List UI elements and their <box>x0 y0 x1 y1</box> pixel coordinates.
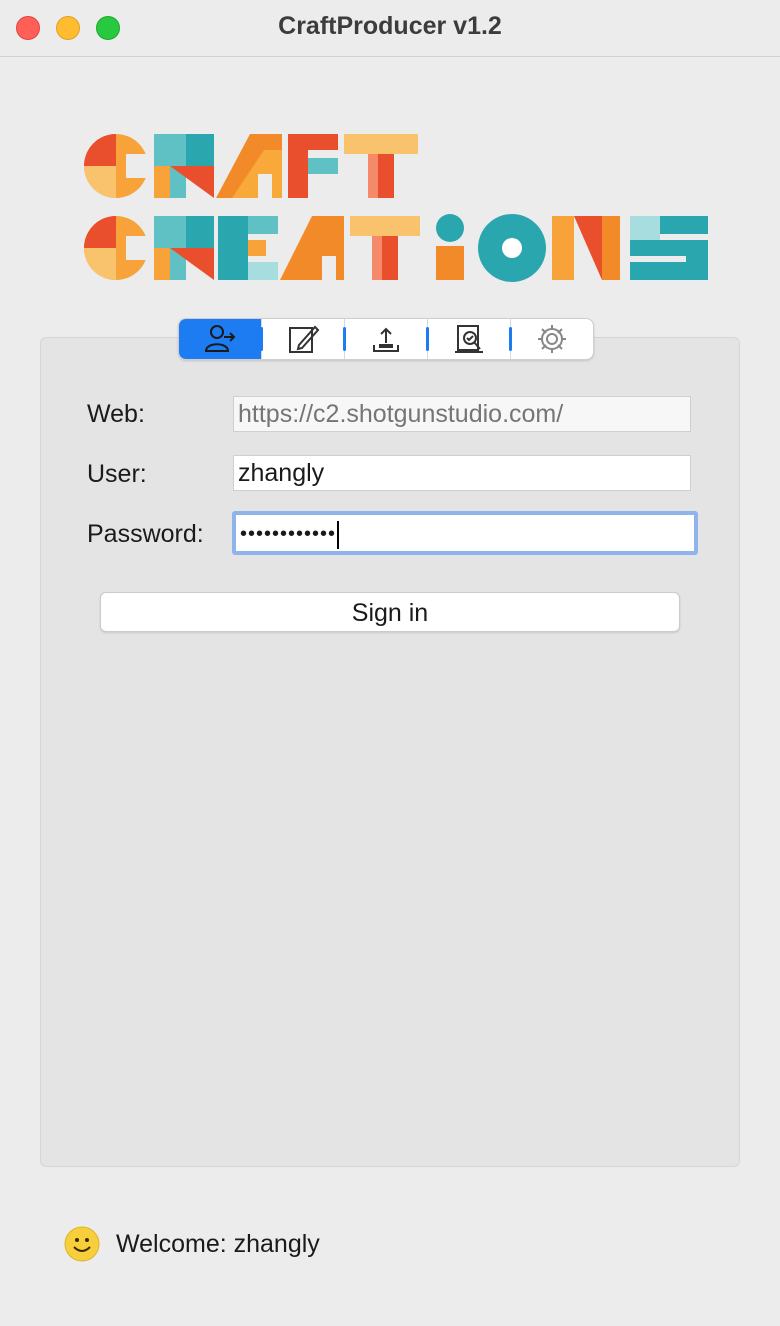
upload-icon <box>373 327 399 352</box>
web-url-input[interactable] <box>233 396 691 432</box>
tab-upload[interactable] <box>343 319 427 359</box>
user-input[interactable]: zhangly <box>233 455 691 491</box>
user-label: User: <box>87 460 147 488</box>
window-title: CraftProducer v1.2 <box>278 12 502 40</box>
tab-settings[interactable] <box>509 319 593 359</box>
web-label: Web: <box>87 400 145 428</box>
review-icon <box>455 325 483 353</box>
user-login-icon <box>204 325 236 352</box>
app-window: CraftProducer v1.2 Web: https://c2.shotg… <box>0 0 780 1326</box>
status-bar: Welcome: zhangly <box>64 1226 320 1262</box>
smiley-icon <box>64 1226 100 1262</box>
title-bar: CraftProducer v1.2 <box>0 0 780 57</box>
tab-edit[interactable] <box>260 319 344 359</box>
tab-bar <box>178 318 594 360</box>
text-caret <box>337 520 340 549</box>
gear-icon <box>538 325 566 353</box>
tab-login[interactable] <box>179 319 261 359</box>
password-input[interactable]: •••••••••••• <box>232 511 698 555</box>
user-input-value: zhangly <box>238 459 325 487</box>
welcome-status-text: Welcome: zhangly <box>116 1229 320 1258</box>
tab-review[interactable] <box>426 319 510 359</box>
edit-icon <box>289 325 320 353</box>
password-label: Password: <box>87 520 204 548</box>
password-input-value: •••••••••••• <box>240 523 337 545</box>
sign-in-button[interactable]: Sign in <box>100 592 680 632</box>
craft-creations-logo <box>84 134 708 282</box>
